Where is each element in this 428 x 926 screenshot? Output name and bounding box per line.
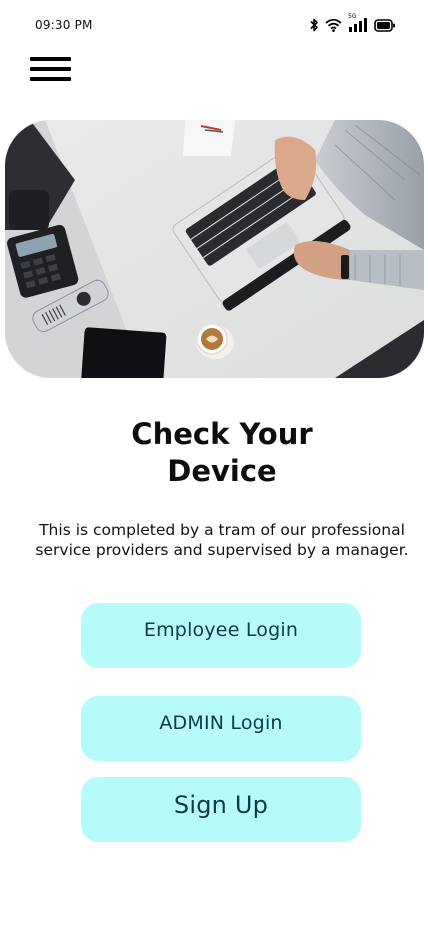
page-title-line2: Device [167, 454, 277, 488]
page-title: Check Your Device [0, 416, 428, 490]
hero-image [5, 120, 424, 378]
signal-icon: 5G [348, 13, 368, 33]
office-desk-illustration [5, 120, 424, 378]
admin-login-label: ADMIN Login [159, 712, 283, 734]
status-bar: 09:30 PM 5G [0, 0, 428, 52]
page-title-line1: Check Your [131, 417, 313, 451]
employee-login-button[interactable]: Employee Login [81, 603, 361, 668]
status-icons: 5G [309, 13, 396, 33]
admin-login-button[interactable]: ADMIN Login [81, 696, 361, 761]
wifi-icon [325, 18, 342, 32]
hamburger-menu-icon[interactable] [30, 56, 72, 84]
sign-up-button[interactable]: Sign Up [81, 777, 361, 842]
sign-up-label: Sign Up [173, 791, 269, 819]
battery-icon [374, 18, 396, 32]
employee-login-label: Employee Login [143, 619, 299, 641]
page-description: This is completed by a tram of our profe… [35, 521, 409, 559]
status-time: 09:30 PM [35, 18, 93, 32]
bluetooth-icon [309, 18, 319, 32]
network-label: 5G [348, 13, 357, 20]
